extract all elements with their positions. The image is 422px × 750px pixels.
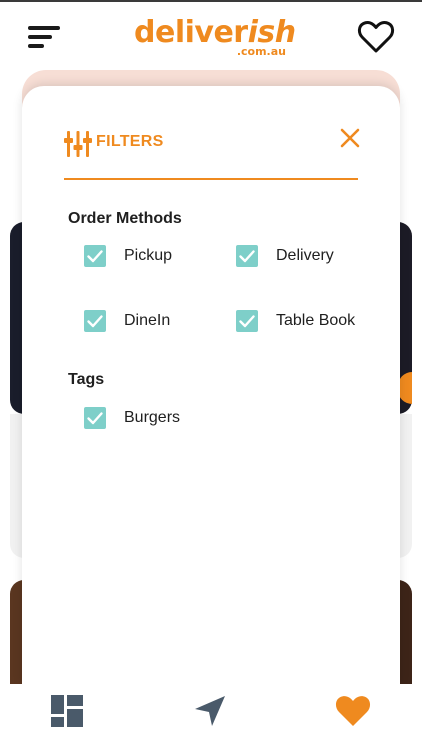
checkbox-checked-icon[interactable]	[236, 245, 258, 267]
filter-sliders-icon	[64, 130, 92, 158]
bottom-navigation	[0, 684, 422, 750]
checkbox-checked-icon[interactable]	[236, 310, 258, 332]
tags-heading: Tags	[68, 371, 105, 388]
filters-header: FILTERS	[64, 126, 360, 166]
navigation-arrow-icon[interactable]	[193, 694, 229, 730]
app-header: deliverish .com.au	[0, 2, 422, 68]
logo-domain: .com.au	[236, 45, 286, 58]
checkbox-checked-icon[interactable]	[84, 310, 106, 332]
heart-outline-icon[interactable]	[357, 20, 395, 54]
option-label: Pickup	[124, 247, 173, 264]
option-burgers[interactable]: Burgers	[84, 407, 214, 435]
option-label: Burgers	[124, 409, 181, 426]
checkbox-checked-icon[interactable]	[84, 245, 106, 267]
filters-panel: FILTERS Order Methods Pickup Delivery Di…	[22, 86, 400, 686]
close-icon[interactable]	[338, 126, 362, 150]
app-logo: deliverish .com.au	[134, 16, 296, 60]
option-delivery[interactable]: Delivery	[236, 245, 386, 273]
option-pickup[interactable]: Pickup	[84, 245, 214, 273]
heart-filled-icon[interactable]	[335, 694, 371, 730]
option-table-book[interactable]: Table Book	[236, 310, 386, 338]
filters-title: FILTERS	[96, 133, 164, 150]
option-label: Delivery	[276, 247, 334, 264]
filters-divider	[64, 178, 358, 180]
order-methods-heading: Order Methods	[68, 210, 182, 227]
option-label: Table Book	[276, 312, 356, 329]
checkbox-checked-icon[interactable]	[84, 407, 106, 429]
dashboard-grid-icon[interactable]	[50, 694, 86, 730]
hamburger-menu-icon[interactable]	[28, 26, 62, 50]
option-label: DineIn	[124, 312, 171, 329]
option-dinein[interactable]: DineIn	[84, 310, 214, 338]
